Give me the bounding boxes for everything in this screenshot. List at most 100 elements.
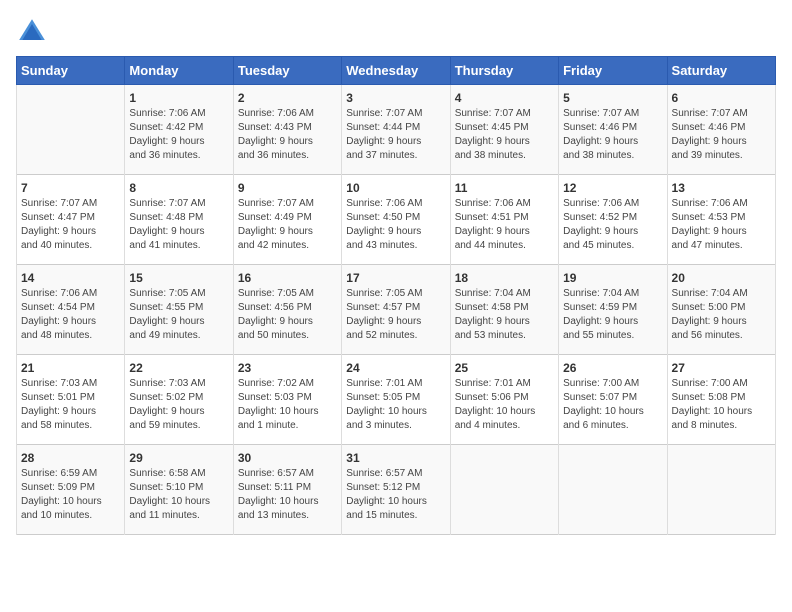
calendar-cell: 29 Sunrise: 6:58 AM Sunset: 5:10 PM Dayli… [125,445,233,535]
calendar-cell: 6 Sunrise: 7:07 AM Sunset: 4:46 PM Daylig… [667,85,775,175]
weekday-header: Saturday [667,57,775,85]
date-number: 16 [238,271,337,285]
calendar-cell: 28Sunrise: 6:59 AM Sunset: 5:09 PM Dayli… [17,445,125,535]
calendar-cell: 18Sunrise: 7:04 AM Sunset: 4:58 PM Dayli… [450,265,558,355]
cell-daylight-info: Sunrise: 7:06 AM Sunset: 4:53 PM Dayligh… [672,197,771,253]
date-number: 28 [21,451,120,465]
date-number: 12 [563,181,662,195]
cell-daylight-info: Sunrise: 7:07 AM Sunset: 4:44 PM Dayligh… [346,107,445,163]
cell-daylight-info: Sunrise: 7:06 AM Sunset: 4:54 PM Dayligh… [21,287,120,343]
calendar-cell: 8 Sunrise: 7:07 AM Sunset: 4:48 PM Daylig… [125,175,233,265]
date-number: 5 [563,91,662,105]
logo-icon [16,16,48,48]
weekday-header: Tuesday [233,57,341,85]
date-number: 8 [129,181,228,195]
date-number: 6 [672,91,771,105]
date-number: 24 [346,361,445,375]
cell-daylight-info: Sunrise: 7:03 AM Sunset: 5:02 PM Dayligh… [129,377,228,433]
date-number: 31 [346,451,445,465]
date-number: 27 [672,361,771,375]
calendar-week-row: 28Sunrise: 6:59 AM Sunset: 5:09 PM Dayli… [17,445,776,535]
calendar-cell: 7 Sunrise: 7:07 AM Sunset: 4:47 PM Daylig… [17,175,125,265]
calendar-cell: 13 Sunrise: 7:06 AM Sunset: 4:53 PM Dayli… [667,175,775,265]
calendar-cell: 15 Sunrise: 7:05 AM Sunset: 4:55 PM Dayli… [125,265,233,355]
cell-daylight-info: Sunrise: 7:07 AM Sunset: 4:48 PM Dayligh… [129,197,228,253]
calendar-cell [17,85,125,175]
date-number: 26 [563,361,662,375]
cell-daylight-info: Sunrise: 7:04 AM Sunset: 5:00 PM Dayligh… [672,287,771,343]
calendar-header: SundayMondayTuesdayWednesdayThursdayFrid… [17,57,776,85]
cell-daylight-info: Sunrise: 7:05 AM Sunset: 4:57 PM Dayligh… [346,287,445,343]
calendar-week-row: 21 Sunrise: 7:03 AM Sunset: 5:01 PM Dayli… [17,355,776,445]
cell-daylight-info: Sunrise: 7:06 AM Sunset: 4:42 PM Dayligh… [129,107,228,163]
weekday-header: Wednesday [342,57,450,85]
calendar-week-row: 1 Sunrise: 7:06 AM Sunset: 4:42 PM Daylig… [17,85,776,175]
weekday-header: Monday [125,57,233,85]
date-number: 19 [563,271,662,285]
date-number: 20 [672,271,771,285]
date-number: 17 [346,271,445,285]
cell-daylight-info: Sunrise: 6:57 AM Sunset: 5:12 PM Dayligh… [346,467,445,523]
calendar-cell: 23Sunrise: 7:02 AM Sunset: 5:03 PM Dayli… [233,355,341,445]
date-number: 25 [455,361,554,375]
calendar-cell: 24 Sunrise: 7:01 AM Sunset: 5:05 PM Dayli… [342,355,450,445]
calendar-cell: 1 Sunrise: 7:06 AM Sunset: 4:42 PM Daylig… [125,85,233,175]
calendar-cell: 12 Sunrise: 7:06 AM Sunset: 4:52 PM Dayli… [559,175,667,265]
calendar-cell: 25 Sunrise: 7:01 AM Sunset: 5:06 PM Dayli… [450,355,558,445]
date-number: 23 [238,361,337,375]
calendar-cell: 16 Sunrise: 7:05 AM Sunset: 4:56 PM Dayli… [233,265,341,355]
weekday-header: Sunday [17,57,125,85]
calendar-cell [450,445,558,535]
cell-daylight-info: Sunrise: 7:07 AM Sunset: 4:47 PM Dayligh… [21,197,120,253]
calendar-cell: 21 Sunrise: 7:03 AM Sunset: 5:01 PM Dayli… [17,355,125,445]
cell-daylight-info: Sunrise: 7:01 AM Sunset: 5:05 PM Dayligh… [346,377,445,433]
date-number: 3 [346,91,445,105]
date-number: 29 [129,451,228,465]
date-number: 2 [238,91,337,105]
cell-daylight-info: Sunrise: 7:07 AM Sunset: 4:45 PM Dayligh… [455,107,554,163]
calendar-cell [667,445,775,535]
cell-daylight-info: Sunrise: 7:06 AM Sunset: 4:52 PM Dayligh… [563,197,662,253]
calendar-cell: 11 Sunrise: 7:06 AM Sunset: 4:51 PM Dayli… [450,175,558,265]
calendar-cell: 26 Sunrise: 7:00 AM Sunset: 5:07 PM Dayli… [559,355,667,445]
logo [16,16,52,48]
cell-daylight-info: Sunrise: 7:05 AM Sunset: 4:55 PM Dayligh… [129,287,228,343]
weekday-header: Thursday [450,57,558,85]
cell-daylight-info: Sunrise: 6:57 AM Sunset: 5:11 PM Dayligh… [238,467,337,523]
calendar-cell [559,445,667,535]
weekday-header-row: SundayMondayTuesdayWednesdayThursdayFrid… [17,57,776,85]
calendar-cell: 14 Sunrise: 7:06 AM Sunset: 4:54 PM Dayli… [17,265,125,355]
calendar-body: 1 Sunrise: 7:06 AM Sunset: 4:42 PM Daylig… [17,85,776,535]
calendar-cell: 31 Sunrise: 6:57 AM Sunset: 5:12 PM Dayli… [342,445,450,535]
date-number: 13 [672,181,771,195]
calendar-cell: 10Sunrise: 7:06 AM Sunset: 4:50 PM Dayli… [342,175,450,265]
cell-daylight-info: Sunrise: 7:04 AM Sunset: 4:58 PM Dayligh… [455,287,554,343]
date-number: 9 [238,181,337,195]
cell-daylight-info: Sunrise: 7:05 AM Sunset: 4:56 PM Dayligh… [238,287,337,343]
date-number: 1 [129,91,228,105]
cell-daylight-info: Sunrise: 7:07 AM Sunset: 4:46 PM Dayligh… [672,107,771,163]
date-number: 7 [21,181,120,195]
cell-daylight-info: Sunrise: 7:06 AM Sunset: 4:51 PM Dayligh… [455,197,554,253]
calendar-cell: 17 Sunrise: 7:05 AM Sunset: 4:57 PM Dayli… [342,265,450,355]
weekday-header: Friday [559,57,667,85]
calendar-cell: 30Sunrise: 6:57 AM Sunset: 5:11 PM Dayli… [233,445,341,535]
calendar-cell: 22Sunrise: 7:03 AM Sunset: 5:02 PM Dayli… [125,355,233,445]
calendar-cell: 2 Sunrise: 7:06 AM Sunset: 4:43 PM Daylig… [233,85,341,175]
date-number: 14 [21,271,120,285]
cell-daylight-info: Sunrise: 7:01 AM Sunset: 5:06 PM Dayligh… [455,377,554,433]
cell-daylight-info: Sunrise: 7:06 AM Sunset: 4:43 PM Dayligh… [238,107,337,163]
cell-daylight-info: Sunrise: 7:06 AM Sunset: 4:50 PM Dayligh… [346,197,445,253]
calendar-cell: 20 Sunrise: 7:04 AM Sunset: 5:00 PM Dayli… [667,265,775,355]
cell-daylight-info: Sunrise: 7:07 AM Sunset: 4:46 PM Dayligh… [563,107,662,163]
cell-daylight-info: Sunrise: 7:04 AM Sunset: 4:59 PM Dayligh… [563,287,662,343]
page-header [16,16,776,48]
date-number: 15 [129,271,228,285]
cell-daylight-info: Sunrise: 7:00 AM Sunset: 5:07 PM Dayligh… [563,377,662,433]
cell-daylight-info: Sunrise: 7:03 AM Sunset: 5:01 PM Dayligh… [21,377,120,433]
date-number: 11 [455,181,554,195]
calendar-cell: 27Sunrise: 7:00 AM Sunset: 5:08 PM Dayli… [667,355,775,445]
cell-daylight-info: Sunrise: 6:58 AM Sunset: 5:10 PM Dayligh… [129,467,228,523]
date-number: 21 [21,361,120,375]
cell-daylight-info: Sunrise: 7:07 AM Sunset: 4:49 PM Dayligh… [238,197,337,253]
